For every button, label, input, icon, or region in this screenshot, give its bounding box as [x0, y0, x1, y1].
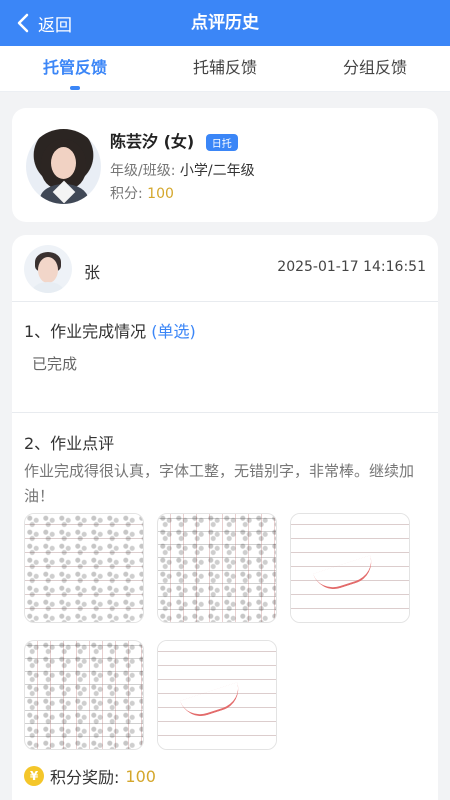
question-1-title: 1、作业完成情况 (单选)	[24, 318, 196, 342]
tab-custody-feedback[interactable]: 托管反馈	[0, 46, 150, 91]
review-time: 2025-01-17 14:16:51	[277, 259, 426, 275]
review-card: 张 2025-01-17 14:16:51 1、作业完成情况 (单选) 已完成 …	[12, 235, 438, 800]
score-value: 100	[147, 186, 174, 202]
student-score: 积分: 100	[110, 183, 174, 203]
student-name: 陈芸汐 (女)	[110, 132, 195, 151]
back-button[interactable]: 返回	[16, 0, 72, 46]
homework-photo-3[interactable]	[290, 513, 410, 623]
reward-value: 100	[125, 766, 156, 786]
student-name-line: 陈芸汐 (女) 日托	[110, 128, 238, 152]
student-avatar	[26, 129, 101, 204]
back-arrow-icon	[17, 13, 29, 33]
homework-photo-2[interactable]	[157, 513, 277, 623]
question-1-label: 1、作业完成情况	[24, 322, 147, 341]
homework-photo-1[interactable]	[24, 513, 144, 623]
back-label: 返回	[38, 15, 72, 36]
score-label: 积分:	[110, 186, 143, 202]
top-bar: 返回 点评历史	[0, 0, 450, 46]
grade-label: 年级/班级:	[110, 163, 176, 179]
single-select-hint: (单选)	[151, 322, 196, 341]
divider	[12, 412, 438, 413]
tab-group-feedback[interactable]: 分组反馈	[300, 46, 450, 91]
question-2-title: 2、作业点评	[24, 434, 115, 453]
student-grade: 年级/班级: 小学/二年级	[110, 160, 255, 180]
reward-label: 积分奖励:	[50, 768, 120, 787]
teacher-name: 张	[84, 263, 101, 282]
coin-icon: ¥	[24, 766, 44, 786]
daycare-badge: 日托	[205, 134, 238, 151]
homework-photo-5[interactable]	[157, 640, 277, 750]
points-reward: ¥ 积分奖励: 100	[24, 764, 156, 788]
question-1-answer: 已完成	[32, 355, 78, 373]
teacher-avatar	[24, 245, 72, 293]
tab-tutoring-feedback[interactable]: 托辅反馈	[150, 46, 300, 91]
divider	[12, 301, 438, 302]
question-2-comment: 作业完成得很认真，字体工整，无错别字，非常棒。继续加油！	[24, 462, 415, 505]
homework-photo-4[interactable]	[24, 640, 144, 750]
tab-bar: 托管反馈 托辅反馈 分组反馈	[0, 46, 450, 92]
grade-value: 小学/二年级	[179, 163, 255, 179]
